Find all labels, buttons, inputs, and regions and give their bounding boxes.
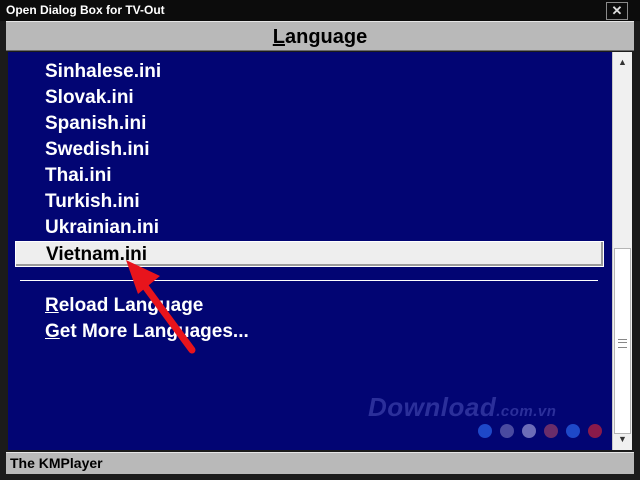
watermark-dot [522, 424, 536, 438]
watermark-dot [588, 424, 602, 438]
annotation-arrow-icon [126, 260, 196, 354]
language-item-selected[interactable]: Vietnam.ini [15, 241, 604, 267]
scroll-up-button[interactable]: ▲ [613, 54, 632, 71]
status-bar: The KMPlayer [6, 452, 634, 474]
header-title: anguage [284, 26, 368, 48]
menu-header: Language [6, 21, 634, 51]
vertical-scrollbar[interactable]: ▲ ▼ [612, 52, 632, 450]
watermark-text: Download [368, 392, 497, 422]
watermark-dot [544, 424, 558, 438]
arrow-up-icon: ▲ [618, 57, 627, 67]
language-item[interactable]: Slovak.ini [45, 85, 134, 111]
watermark-logo: Download.com.vn [368, 392, 556, 423]
watermark-dot [500, 424, 514, 438]
language-item[interactable]: Spanish.ini [45, 111, 146, 137]
grip-icon [618, 339, 627, 348]
language-menu-panel: Sinhalese.ini Slovak.ini Spanish.ini Swe… [8, 52, 612, 450]
arrow-head [126, 260, 160, 294]
watermark-dot [566, 424, 580, 438]
watermark-dots [478, 424, 610, 440]
window-title: Open Dialog Box for TV-Out [6, 3, 165, 17]
title-bar: Open Dialog Box for TV-Out ✕ [0, 0, 640, 21]
language-item[interactable]: Thai.ini [45, 163, 112, 189]
header-mnemonic: L [272, 26, 285, 48]
scroll-thumb[interactable] [614, 248, 631, 434]
reload-mnemonic: R [45, 295, 59, 316]
scroll-down-button[interactable]: ▼ [613, 431, 632, 448]
language-item[interactable]: Sinhalese.ini [45, 59, 161, 85]
watermark-dot [478, 424, 492, 438]
close-button[interactable]: ✕ [606, 2, 628, 20]
language-item[interactable]: Turkish.ini [45, 189, 140, 215]
watermark-suffix: .com.vn [496, 403, 557, 420]
language-item[interactable]: Ukrainian.ini [45, 215, 159, 241]
arrow-down-icon: ▼ [618, 434, 627, 444]
close-icon: ✕ [611, 3, 623, 18]
menu-divider [20, 280, 598, 281]
get-more-mnemonic: G [45, 321, 60, 342]
status-text: The KMPlayer [10, 455, 103, 471]
language-item[interactable]: Swedish.ini [45, 137, 150, 163]
